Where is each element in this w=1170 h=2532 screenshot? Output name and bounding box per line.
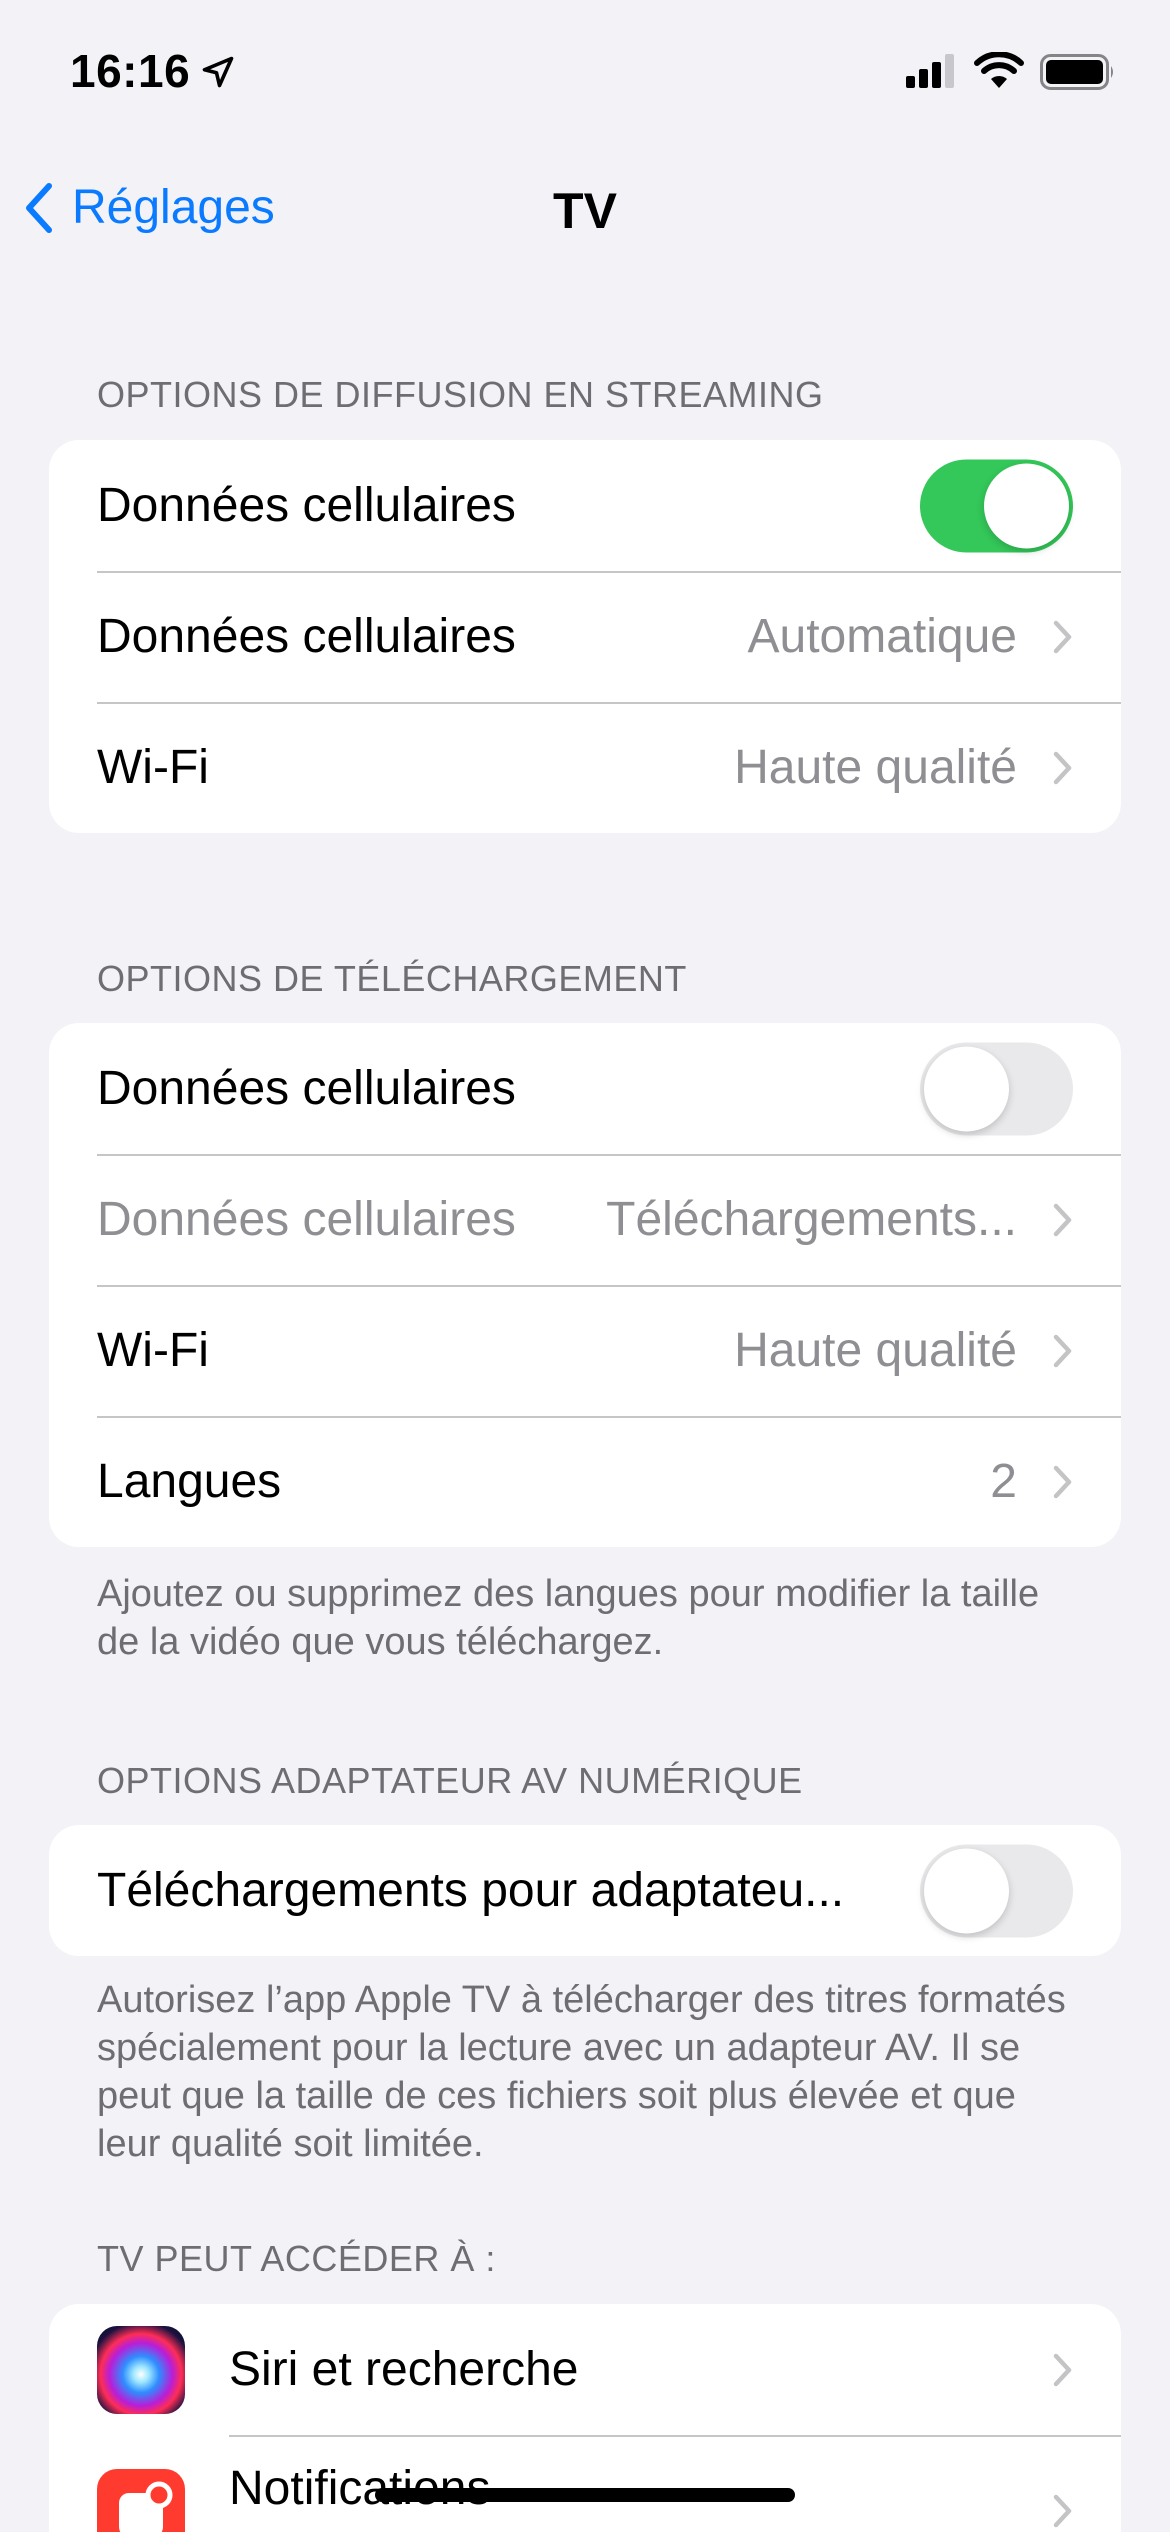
battery-icon	[1040, 54, 1113, 90]
row-value: 2	[990, 1455, 1017, 1508]
streaming-cellular-quality-row[interactable]: Données cellulaires Automatique	[49, 571, 1121, 702]
download-section-header: OPTIONS DE TÉLÉCHARGEMENT	[97, 958, 687, 999]
status-bar: 16:16	[0, 0, 1170, 150]
download-footer-note: Ajoutez ou supprimez des langues pour mo…	[97, 1573, 1040, 1663]
row-label: Données cellulaires	[97, 610, 516, 663]
toggle-knob	[984, 463, 1069, 548]
chevron-right-icon	[1053, 620, 1072, 653]
row-value: Automatique	[747, 610, 1017, 663]
av-adapter-section-header: OPTIONS ADAPTATEUR AV NUMÉRIQUE	[97, 1760, 803, 1801]
chevron-right-icon	[1053, 2494, 1072, 2528]
download-wifi-quality-row[interactable]: Wi-Fi Haute qualité	[49, 1285, 1121, 1416]
notifications-icon	[97, 2469, 185, 2532]
download-languages-row[interactable]: Langues 2	[49, 1416, 1121, 1547]
siri-search-row[interactable]: Siri et recherche	[49, 2304, 1121, 2435]
toggle-knob	[924, 1046, 1009, 1131]
chevron-right-icon	[1053, 2353, 1072, 2386]
chevron-right-icon	[1053, 1465, 1072, 1498]
streaming-cellular-toggle[interactable]	[920, 459, 1073, 552]
access-section-header: TV PEUT ACCÉDER À :	[97, 2238, 496, 2279]
wifi-icon	[974, 52, 1024, 88]
av-adapter-downloads-row: Téléchargements pour adaptateu...	[49, 1825, 1121, 1956]
download-group: Données cellulaires Données cellulaires …	[49, 1023, 1121, 1547]
streaming-group: Données cellulaires Données cellulaires …	[49, 440, 1121, 833]
row-value: Haute qualité	[734, 1324, 1017, 1377]
av-adapter-downloads-toggle[interactable]	[920, 1844, 1073, 1937]
row-label: Téléchargements pour adaptateu...	[97, 1864, 845, 1917]
navigation-bar: Réglages TV	[0, 160, 1170, 250]
row-value: Téléchargements...	[606, 1193, 1017, 1246]
page-title: TV	[553, 183, 617, 239]
download-cellular-quality-row: Données cellulaires Téléchargements...	[49, 1154, 1121, 1285]
row-label: Données cellulaires	[97, 1193, 516, 1246]
chevron-right-icon	[1053, 1334, 1072, 1367]
location-arrow-icon	[202, 56, 234, 88]
siri-icon	[97, 2325, 185, 2414]
chevron-right-icon	[1053, 751, 1072, 784]
download-cellular-toggle-row: Données cellulaires	[49, 1023, 1121, 1154]
streaming-section-header: OPTIONS DE DIFFUSION EN STREAMING	[97, 374, 824, 415]
download-cellular-toggle[interactable]	[920, 1042, 1073, 1135]
chevron-right-icon	[1053, 1203, 1072, 1236]
row-label: Wi-Fi	[97, 741, 209, 794]
av-adapter-group: Téléchargements pour adaptateu...	[49, 1825, 1121, 1956]
av-adapter-footer-note: Autorisez l’app Apple TV à télécharger d…	[97, 1979, 1066, 2165]
home-indicator[interactable]	[375, 2488, 795, 2502]
streaming-cellular-toggle-row: Données cellulaires	[49, 440, 1121, 571]
cellular-signal-icon	[906, 54, 954, 88]
row-label: Wi-Fi	[97, 1324, 209, 1377]
row-value: Haute qualité	[734, 741, 1017, 794]
toggle-knob	[924, 1848, 1009, 1933]
notifications-row[interactable]: Notifications	[49, 2435, 1121, 2532]
row-label: Données cellulaires	[97, 479, 516, 532]
streaming-wifi-quality-row[interactable]: Wi-Fi Haute qualité	[49, 702, 1121, 833]
row-label: Données cellulaires	[97, 1062, 516, 1115]
status-time: 16:16	[70, 45, 191, 97]
row-label: Siri et recherche	[229, 2343, 579, 2396]
notification-badge-glyph	[119, 2481, 173, 2532]
row-label: Langues	[97, 1455, 282, 1508]
